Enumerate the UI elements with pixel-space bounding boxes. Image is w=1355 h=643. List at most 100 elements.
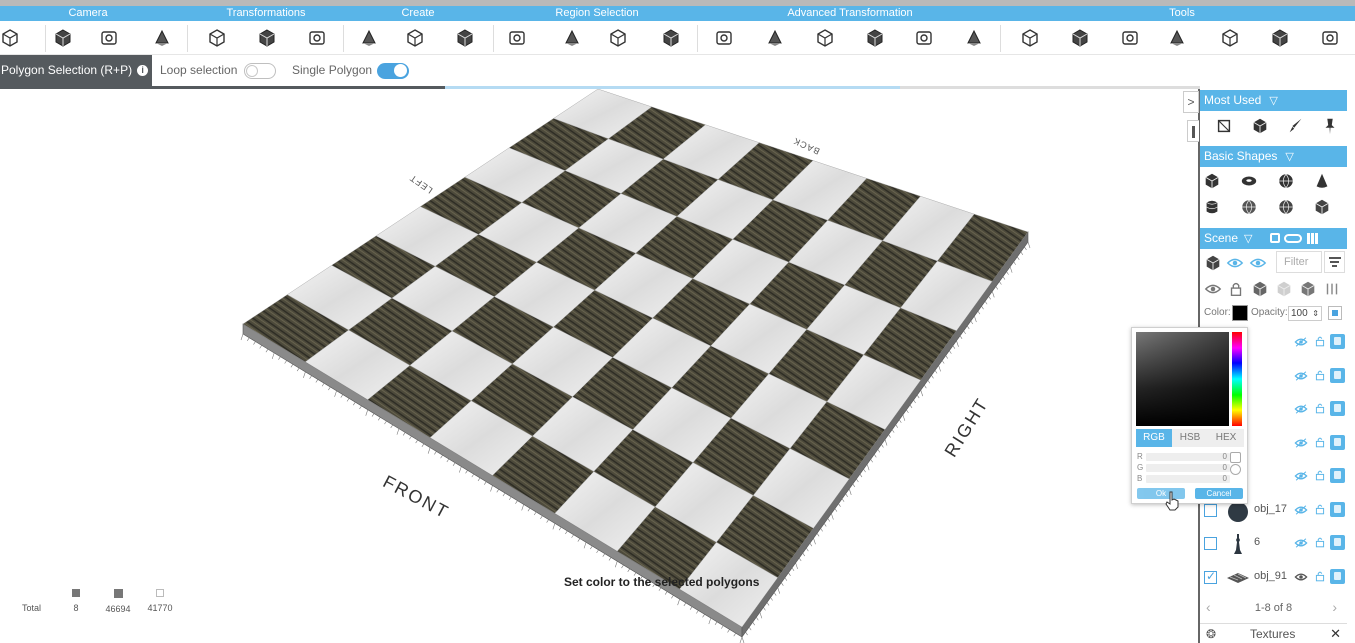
row-checkbox[interactable]: [1204, 569, 1217, 584]
info-icon[interactable]: i: [137, 65, 149, 76]
tool-smooth-icon[interactable]: [1218, 26, 1242, 50]
visibility-eye-icon[interactable]: [1294, 335, 1308, 349]
object-settings-icon[interactable]: [1330, 434, 1345, 450]
lock-icon[interactable]: [1314, 502, 1326, 516]
wire-view-icon[interactable]: [1274, 279, 1294, 299]
camera-focus-icon[interactable]: [150, 26, 174, 50]
columns-icon[interactable]: [1322, 279, 1342, 299]
pager-next-icon[interactable]: ›: [1332, 599, 1337, 615]
tool-paint-icon[interactable]: [1318, 26, 1342, 50]
scene-row[interactable]: 6: [1200, 527, 1347, 560]
hide-all-icon[interactable]: [1225, 253, 1245, 273]
visibility-eye-icon[interactable]: [1294, 436, 1308, 450]
warp-icon[interactable]: [912, 26, 936, 50]
tool-wire-icon[interactable]: [1118, 26, 1142, 50]
tab-hsb[interactable]: HSB: [1172, 429, 1208, 447]
shape-dodecahedron-icon[interactable]: [1276, 197, 1296, 217]
sort-button[interactable]: [1324, 251, 1345, 273]
board-tiles[interactable]: [242, 89, 1029, 628]
object-settings-icon[interactable]: [1330, 468, 1345, 483]
channel-r-slider[interactable]: [1146, 453, 1230, 461]
scene-objects-icon[interactable]: [1203, 253, 1223, 273]
scene-row[interactable]: obj_91: [1200, 561, 1347, 594]
lock-icon[interactable]: [1314, 401, 1326, 415]
region-select-icon[interactable]: [505, 26, 529, 50]
section-scene[interactable]: Scene ▽: [1200, 228, 1347, 249]
lock-icon[interactable]: [1314, 468, 1326, 482]
visibility-eye-icon[interactable]: [1294, 469, 1308, 483]
camera-rotate-icon[interactable]: [51, 26, 75, 50]
create-box-icon[interactable]: [453, 26, 477, 50]
solid-view-icon[interactable]: [1250, 279, 1270, 299]
frame-object-icon[interactable]: [1214, 116, 1234, 136]
shape-icosahedron-icon[interactable]: [1312, 197, 1332, 217]
taper-icon[interactable]: [863, 26, 887, 50]
visibility-eye-icon[interactable]: [1294, 402, 1308, 416]
square-view-icon[interactable]: [1270, 233, 1280, 243]
visibility-eye-icon[interactable]: [1294, 570, 1308, 584]
textures-section[interactable]: ❂ Textures ✕: [1200, 623, 1347, 643]
lock-icon[interactable]: [1314, 435, 1326, 449]
translate-icon[interactable]: [205, 26, 229, 50]
hue-slider[interactable]: [1232, 332, 1242, 426]
row-checkbox[interactable]: [1204, 537, 1217, 550]
object-settings-icon[interactable]: [1330, 401, 1345, 416]
tool-cube-icon[interactable]: [1018, 26, 1042, 50]
subdivide-icon[interactable]: [763, 26, 787, 50]
mode-label[interactable]: Polygon Selection (R+P) i: [0, 55, 152, 86]
tool-group-icon[interactable]: [1268, 26, 1292, 50]
filter-input[interactable]: Filter: [1276, 251, 1322, 273]
chess-board-view[interactable]: [0, 89, 1180, 643]
region-face-icon[interactable]: [659, 26, 683, 50]
tool-solid-icon[interactable]: [1068, 26, 1092, 50]
twist-icon[interactable]: [813, 26, 837, 50]
rotate-icon[interactable]: [255, 26, 279, 50]
shape-cube-icon[interactable]: [1202, 171, 1222, 191]
region-vertex-icon[interactable]: [606, 26, 630, 50]
object-settings-icon[interactable]: [1330, 501, 1345, 517]
opacity-input[interactable]: 100 ⇕: [1288, 306, 1322, 321]
create-extrude-icon[interactable]: [403, 26, 427, 50]
visibility-eye-icon[interactable]: [1203, 279, 1223, 299]
cube-icon[interactable]: [1250, 116, 1270, 136]
target-icon[interactable]: [1230, 464, 1241, 475]
stepper-icon[interactable]: ⇕: [1312, 307, 1319, 320]
close-icon[interactable]: ✕: [1330, 624, 1341, 643]
saturation-value-area[interactable]: [1136, 332, 1229, 426]
brush-icon[interactable]: [1286, 116, 1306, 136]
object-settings-icon[interactable]: [1330, 367, 1345, 383]
lock-icon[interactable]: [1314, 368, 1326, 382]
channel-g-slider[interactable]: [1146, 464, 1230, 472]
lock-icon[interactable]: [1314, 535, 1326, 549]
slice-icon[interactable]: [962, 26, 986, 50]
lock-icon[interactable]: [1314, 569, 1326, 583]
visibility-eye-icon[interactable]: [1294, 369, 1308, 383]
scale-icon[interactable]: [305, 26, 329, 50]
shape-cluster-icon[interactable]: [1239, 197, 1259, 217]
object-settings-icon[interactable]: [1330, 568, 1345, 584]
shaded-view-icon[interactable]: [1298, 279, 1318, 299]
opacity-apply-button[interactable]: [1328, 306, 1342, 320]
visibility-eye-icon[interactable]: [1294, 503, 1308, 517]
cancel-button[interactable]: Cancel: [1195, 488, 1243, 499]
color-swatch[interactable]: [1232, 305, 1248, 321]
camera-reset-icon[interactable]: [0, 26, 22, 50]
camera-snapshot-icon[interactable]: [97, 26, 121, 50]
region-box-icon[interactable]: [560, 26, 584, 50]
object-settings-icon[interactable]: [1330, 535, 1345, 550]
object-settings-icon[interactable]: [1330, 334, 1345, 349]
loop-selection-toggle[interactable]: [244, 63, 276, 79]
shape-cylinder-icon[interactable]: [1202, 197, 1222, 217]
show-all-icon[interactable]: [1248, 253, 1268, 273]
section-basic-shapes[interactable]: Basic Shapes ▽: [1200, 146, 1347, 167]
row-checkbox[interactable]: [1204, 503, 1217, 517]
eyedropper-icon[interactable]: [1230, 452, 1241, 463]
lock-icon[interactable]: [1314, 334, 1326, 348]
pin-icon[interactable]: [1320, 116, 1340, 136]
bend-icon[interactable]: [712, 26, 736, 50]
3d-viewport[interactable]: FRONT RIGHT LEFT BACK Set color to the s…: [0, 89, 1180, 643]
grid-view-icon[interactable]: [1307, 233, 1318, 244]
shape-cone-icon[interactable]: [1312, 171, 1332, 191]
toggle-view-icon[interactable]: [1284, 234, 1302, 243]
collapse-panel-button[interactable]: >: [1183, 91, 1199, 113]
